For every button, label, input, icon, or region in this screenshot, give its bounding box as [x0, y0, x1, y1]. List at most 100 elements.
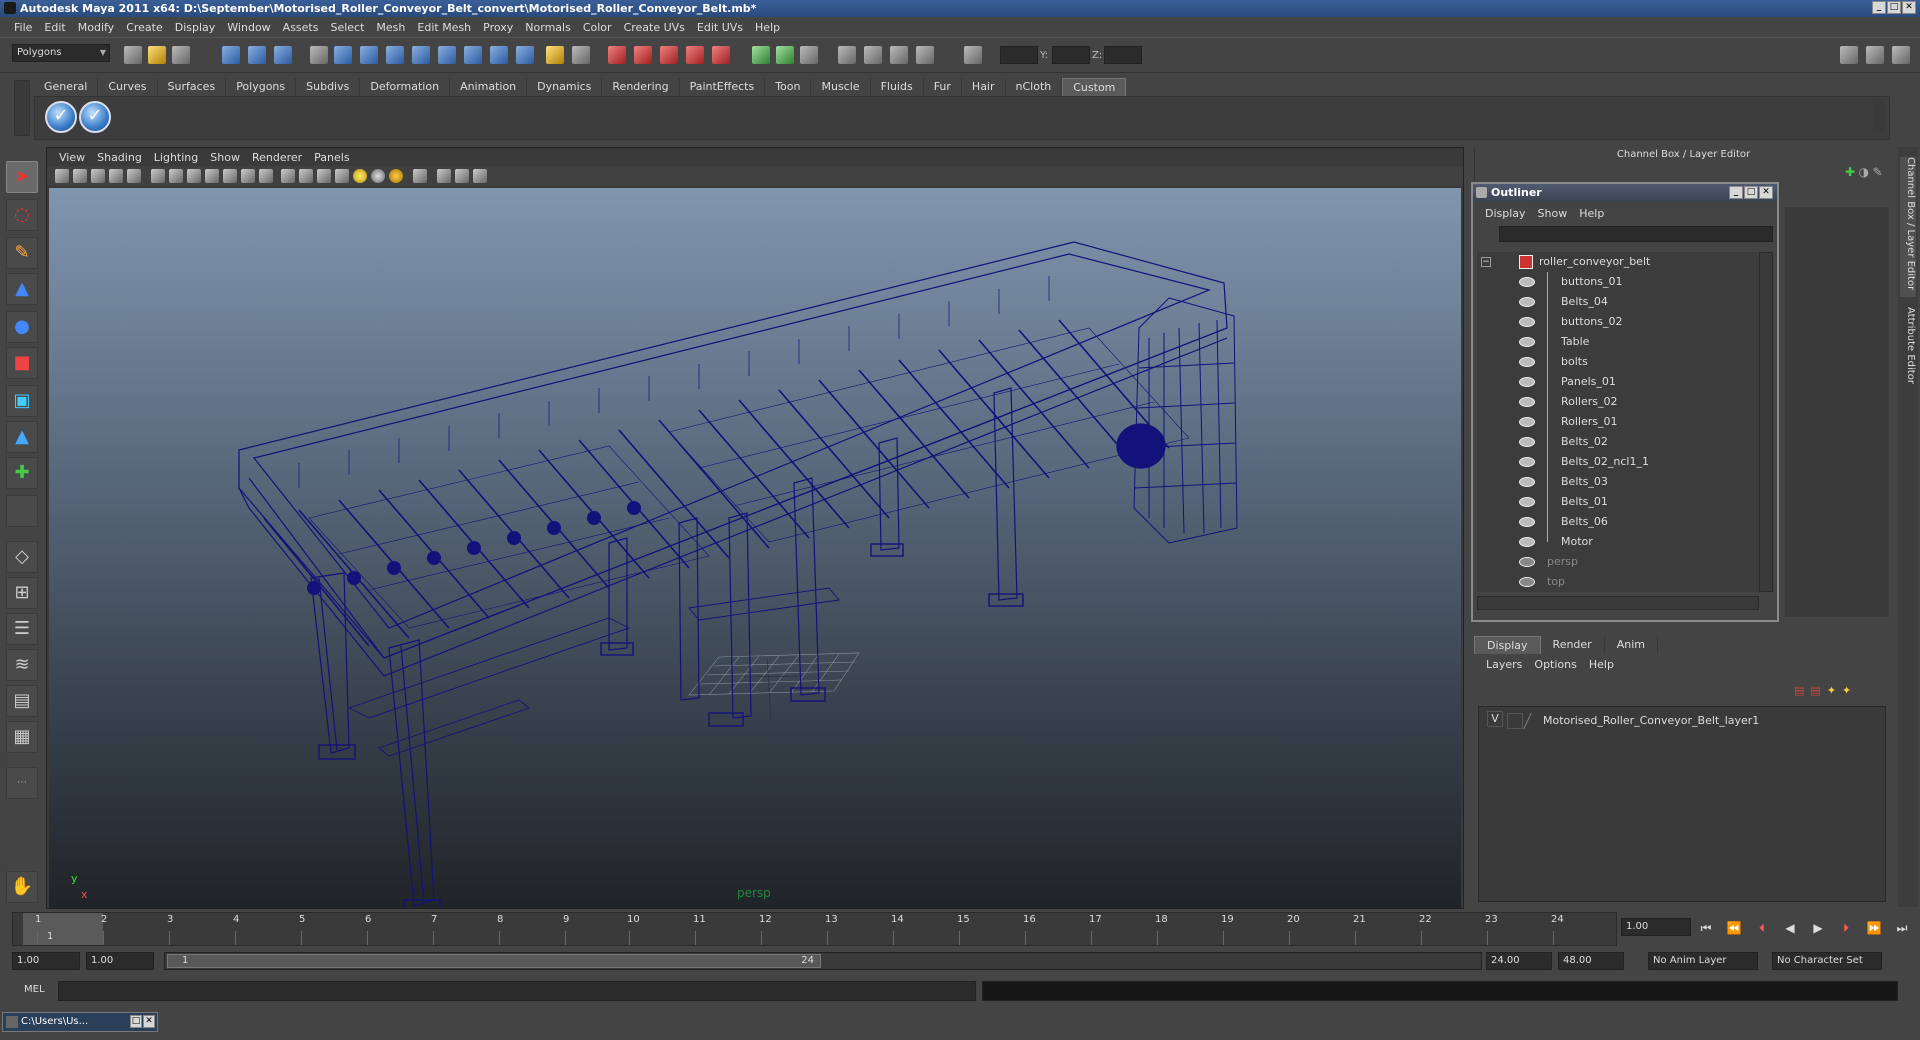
pick-dynamics-icon[interactable]	[464, 46, 482, 64]
pick-joints-icon[interactable]	[360, 46, 378, 64]
tree-row[interactable]: Belts_02_ncl1_1	[1477, 452, 1759, 472]
anim-start-field[interactable]: 1.00	[86, 952, 154, 970]
outliner-filter-input[interactable]	[1499, 226, 1773, 242]
persp-outliner-layout-button[interactable]: ☰	[6, 613, 38, 645]
toggle-tool-settings-icon[interactable]	[1866, 46, 1884, 64]
persp-graph-layout-button[interactable]: ≋	[6, 649, 38, 681]
x-field[interactable]	[1000, 46, 1038, 64]
tree-row[interactable]: buttons_02	[1477, 312, 1759, 332]
camera-attributes-icon[interactable]	[73, 169, 87, 183]
character-set-dropdown[interactable]: No Character Set	[1772, 952, 1882, 970]
layout-menu-button[interactable]: ⋯	[6, 767, 38, 799]
rotate-tool-button[interactable]: ●	[6, 311, 38, 343]
range-slider-handle[interactable]: 1 24	[167, 954, 821, 968]
resolution-gate-icon[interactable]	[169, 169, 183, 183]
single-perspective-layout-button[interactable]: ◇	[6, 541, 38, 573]
tree-row[interactable]: Belts_03	[1477, 472, 1759, 492]
tree-row[interactable]: bolts	[1477, 352, 1759, 372]
move-layer-up-icon[interactable]: ▤	[1794, 684, 1804, 702]
select-object-icon[interactable]	[248, 46, 266, 64]
menu-display[interactable]: Display	[169, 21, 222, 34]
shelf-tab-fur[interactable]: Fur	[924, 78, 962, 96]
ipr-render-icon[interactable]	[890, 46, 908, 64]
mel-command-input[interactable]	[58, 981, 976, 1001]
wireframe-icon[interactable]	[281, 169, 295, 183]
y-field[interactable]	[1052, 46, 1090, 64]
select-camera-icon[interactable]	[55, 169, 69, 183]
quick-help-button[interactable]: ✋	[6, 871, 38, 903]
layer-visibility-toggle[interactable]: V	[1487, 711, 1503, 727]
play-backward-icon[interactable]: ◀	[1780, 919, 1800, 937]
tree-row[interactable]: Belts_06	[1477, 512, 1759, 532]
new-scene-icon[interactable]	[124, 46, 142, 64]
shelf-menu-handle[interactable]	[14, 80, 30, 136]
render-view-icon[interactable]	[838, 46, 856, 64]
wireframe-on-shaded-icon[interactable]	[317, 169, 331, 183]
range-slider[interactable]: 1 24	[164, 952, 1482, 970]
shelf-tab-rendering[interactable]: Rendering	[602, 78, 680, 96]
tree-row[interactable]: Belts_01	[1477, 492, 1759, 512]
step-forward-key-icon[interactable]: ⏩	[1864, 919, 1884, 937]
new-layer-icon[interactable]: ✦	[1827, 684, 1836, 702]
shelf-tab-dynamics[interactable]: Dynamics	[527, 78, 603, 96]
current-time-field[interactable]: 1.00	[1621, 918, 1691, 936]
minimized-script-editor[interactable]: C:\Users\Us... □ ✕	[2, 1012, 158, 1032]
image-plane-icon[interactable]	[109, 169, 123, 183]
minimize-button[interactable]: _	[1872, 1, 1886, 14]
layer-menu-layers[interactable]: Layers	[1480, 658, 1528, 671]
side-tab-channel-box[interactable]: Channel Box / Layer Editor	[1900, 157, 1916, 297]
menu-color[interactable]: Color	[577, 21, 618, 34]
pick-deformations-icon[interactable]	[438, 46, 456, 64]
tree-row[interactable]: Motor	[1477, 532, 1759, 552]
layer-menu-help[interactable]: Help	[1583, 658, 1620, 671]
bookmarks-icon[interactable]	[91, 169, 105, 183]
tree-row[interactable]: buttons_01	[1477, 272, 1759, 292]
snap-grid-icon[interactable]	[608, 46, 626, 64]
render-current-icon[interactable]	[864, 46, 882, 64]
select-hierarchy-icon[interactable]	[222, 46, 240, 64]
field-chart-icon[interactable]	[205, 169, 219, 183]
scale-tool-button[interactable]: ■	[6, 347, 38, 379]
shelf-tab-custom[interactable]: Custom	[1062, 78, 1127, 96]
hud-icon[interactable]	[455, 169, 469, 183]
save-scene-icon[interactable]	[172, 46, 190, 64]
snap-point-icon[interactable]	[660, 46, 678, 64]
paint-select-tool-button[interactable]: ✎	[6, 237, 38, 269]
transform-field-icon[interactable]	[964, 46, 982, 64]
texture-icon[interactable]	[259, 169, 273, 183]
share-icon[interactable]	[473, 169, 487, 183]
outliner-maximize-button[interactable]: □	[1744, 186, 1758, 199]
move-tool-button[interactable]: ▲	[6, 273, 38, 305]
smooth-shade-icon[interactable]	[299, 169, 313, 183]
menu-modify[interactable]: Modify	[72, 21, 120, 34]
safe-title-icon[interactable]	[241, 169, 255, 183]
menu-assets[interactable]: Assets	[277, 21, 325, 34]
vp-menu-panels[interactable]: Panels	[308, 151, 355, 164]
outliner-vertical-scrollbar[interactable]	[1759, 252, 1773, 592]
show-manipulator-button[interactable]: ✚	[6, 457, 38, 489]
select-component-icon[interactable]	[274, 46, 292, 64]
shelf-tab-polygons[interactable]: Polygons	[226, 78, 297, 96]
close-button[interactable]: ✕	[143, 1015, 155, 1028]
tree-row-camera[interactable]: top	[1477, 572, 1759, 592]
outliner-horizontal-scrollbar[interactable]	[1477, 596, 1759, 610]
shelf-tab-painteffects[interactable]: PaintEffects	[680, 78, 766, 96]
shelf-tab-toon[interactable]: Toon	[765, 78, 812, 96]
key-icon[interactable]: ◑	[1859, 165, 1869, 179]
checkmark-icon[interactable]: ✓	[45, 101, 77, 133]
menu-create-uvs[interactable]: Create UVs	[618, 21, 691, 34]
outliner-menu-help[interactable]: Help	[1573, 207, 1610, 220]
tree-row[interactable]: Rollers_02	[1477, 392, 1759, 412]
layer-type-toggle[interactable]	[1507, 713, 1523, 729]
menu-proxy[interactable]: Proxy	[477, 21, 519, 34]
pick-rendering-icon[interactable]	[490, 46, 508, 64]
make-live-icon[interactable]	[712, 46, 730, 64]
menu-mesh[interactable]: Mesh	[370, 21, 411, 34]
menu-edit-uvs[interactable]: Edit UVs	[691, 21, 749, 34]
shelf-tab-subdivs[interactable]: Subdivs	[296, 78, 361, 96]
pick-curves-icon[interactable]	[386, 46, 404, 64]
default-light-icon[interactable]	[353, 169, 367, 183]
vp-menu-renderer[interactable]: Renderer	[246, 151, 308, 164]
anim-end-field[interactable]: 48.00	[1558, 952, 1624, 970]
shelf-tab-hair[interactable]: Hair	[962, 78, 1006, 96]
